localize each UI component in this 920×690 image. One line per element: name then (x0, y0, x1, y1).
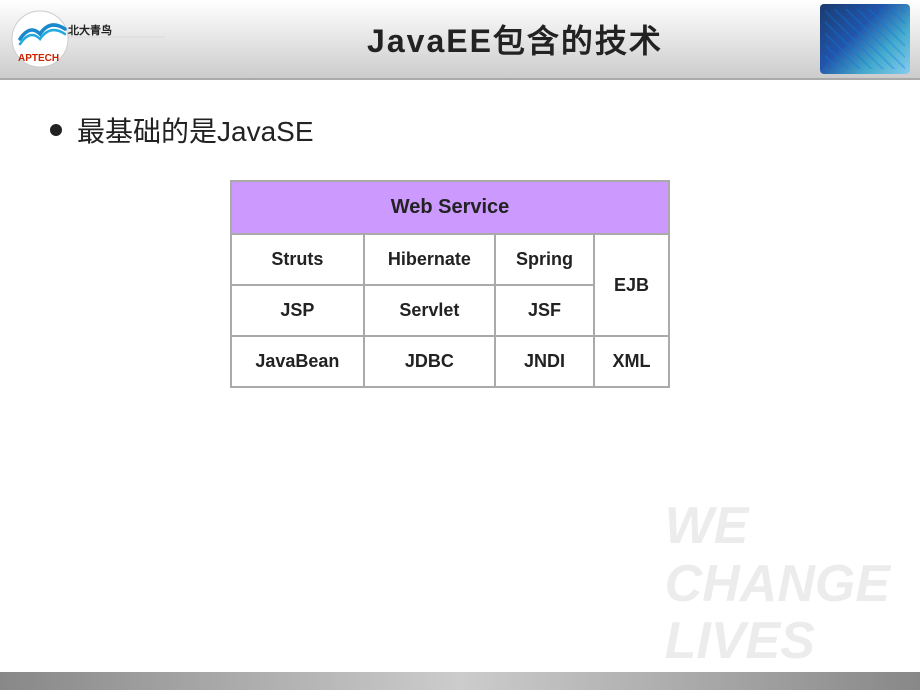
bullet-text-1: 最基础的是JavaSE (77, 110, 314, 150)
footer-bar (0, 672, 920, 690)
watermark-line3: LIVES (665, 613, 890, 670)
table-row-webservice: Web Service (231, 181, 669, 234)
tech-table-container: Web Service Struts Hibernate Spring EJB … (230, 180, 670, 388)
tech-table: Web Service Struts Hibernate Spring EJB … (230, 180, 670, 388)
cell-struts: Struts (231, 234, 364, 285)
table-row-frameworks: Struts Hibernate Spring EJB (231, 234, 669, 285)
content-area: 最基础的是JavaSE Web Service Struts Hibernate… (0, 80, 920, 408)
cell-jsf: JSF (495, 285, 594, 336)
watermark-line2: CHANGE (665, 556, 890, 613)
svg-text:北大青鸟: 北大青鸟 (68, 23, 112, 37)
header: APTECH 北大青鸟 JavaEE包含的技术 (0, 0, 920, 80)
cell-ejb: EJB (594, 234, 669, 336)
bullet-dot (50, 124, 62, 136)
header-image-inner (825, 9, 905, 69)
header-image (820, 4, 910, 74)
cell-spring: Spring (495, 234, 594, 285)
watermark-text: WE CHANGE LIVES (665, 498, 890, 670)
bullet-point-1: 最基础的是JavaSE (50, 110, 870, 150)
svg-text:APTECH: APTECH (18, 53, 59, 64)
aptech-logo: APTECH 北大青鸟 (10, 9, 170, 69)
watermark-line1: WE (665, 498, 890, 555)
cell-webservice: Web Service (231, 181, 669, 234)
cell-jsp: JSP (231, 285, 364, 336)
cell-servlet: Servlet (364, 285, 495, 336)
logo-area: APTECH 北大青鸟 (10, 9, 210, 69)
page-title: JavaEE包含的技术 (367, 23, 663, 59)
cell-hibernate: Hibernate (364, 234, 495, 285)
table-row-bottom: JavaBean JDBC JNDI XML (231, 336, 669, 387)
cell-xml: XML (594, 336, 669, 387)
cell-jndi: JNDI (495, 336, 594, 387)
title-area: JavaEE包含的技术 (210, 16, 820, 62)
cell-jdbc: JDBC (364, 336, 495, 387)
cell-javabean: JavaBean (231, 336, 364, 387)
watermark: WE CHANGE LIVES (665, 498, 890, 670)
